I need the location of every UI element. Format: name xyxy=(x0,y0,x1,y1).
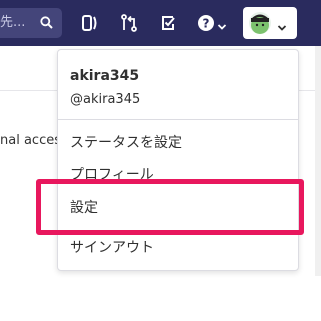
user-dropdown-menu: akira345 @akira345 ステータスを設定 プロフィール 設定 サイ… xyxy=(57,49,299,271)
menu-divider xyxy=(58,119,298,120)
menu-item-sign-out[interactable]: サインアウト xyxy=(70,237,154,257)
user-name: akira345 xyxy=(70,68,140,84)
chevron-down-icon xyxy=(277,18,287,37)
merge-request-icon[interactable] xyxy=(119,13,139,33)
svg-text:?: ? xyxy=(203,17,210,31)
chevron-down-icon[interactable] xyxy=(217,17,227,36)
user-menu-toggle[interactable] xyxy=(243,7,297,39)
scrollbar[interactable] xyxy=(315,46,321,276)
avatar xyxy=(249,12,271,34)
search-icon[interactable] xyxy=(40,16,53,33)
top-navbar: 先... ? xyxy=(0,0,321,46)
help-icon[interactable]: ? xyxy=(196,13,216,33)
menu-item-set-status[interactable]: ステータスを設定 xyxy=(70,132,182,152)
todo-icon[interactable] xyxy=(158,13,178,33)
search-box[interactable]: 先... xyxy=(0,8,62,38)
app-root: 先... ? nal access akira345 @akira345 ステー… xyxy=(0,0,321,321)
highlight-box xyxy=(36,179,304,235)
search-placeholder: 先... xyxy=(0,15,26,30)
user-handle: @akira345 xyxy=(70,92,141,107)
issues-icon[interactable] xyxy=(80,13,100,33)
